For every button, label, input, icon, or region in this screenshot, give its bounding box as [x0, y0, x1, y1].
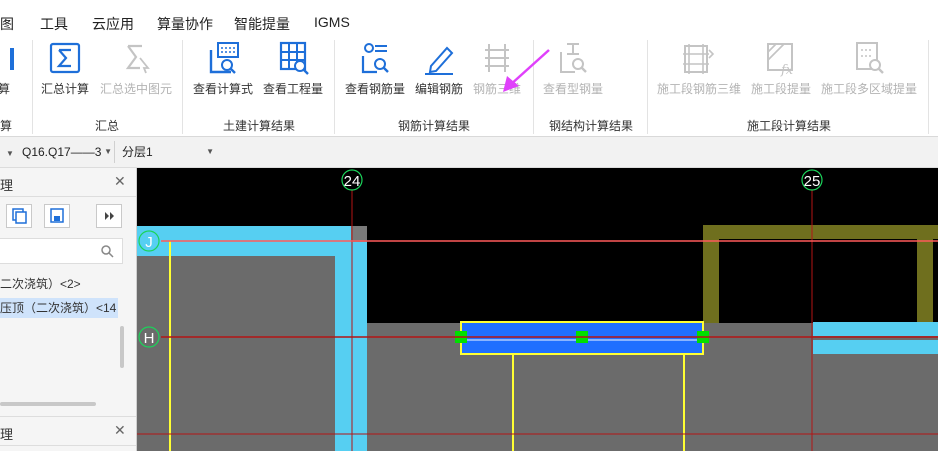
group-label-summary: 汇总 [95, 119, 120, 133]
group-label-calc: 计算 [0, 119, 13, 133]
view-formula-label: 查看计算式 [192, 82, 253, 96]
summary-selected-label: 汇总选中图元 [99, 82, 172, 96]
steel-view-icon [560, 43, 587, 73]
group-label-civil-result: 土建计算结果 [223, 119, 296, 133]
stage-rebar-3d-icon [683, 44, 715, 74]
menu-item-igms[interactable]: IGMS [314, 14, 350, 30]
column-stub [351, 226, 367, 242]
group-separator [334, 40, 335, 134]
menu-item-tools[interactable]: 工具 [40, 14, 68, 34]
panel-title: 理 [0, 178, 14, 193]
stage-rebar-3d-label: 施工段钢筋三维 [656, 82, 741, 96]
frame-right [917, 225, 933, 323]
close-icon[interactable]: ✕ [114, 422, 126, 439]
summary-calc-label: 汇总计算 [40, 82, 89, 96]
save-icon [50, 208, 64, 223]
view-quantity-label: 查看工程量 [262, 82, 323, 96]
search-icon [101, 245, 114, 258]
group-separator [32, 40, 33, 134]
menu-item-cloud[interactable]: 云应用 [92, 14, 134, 34]
list-item-label: 二次浇筑）<2> [0, 277, 81, 291]
panel-header-2: 理 ✕ [0, 416, 136, 446]
rebar-view-icon [361, 43, 389, 74]
ribbon-toolbar: 算 汇总计算 汇总选中图元 查看计算式 查看工程量 查看钢筋量 编辑钢筋 钢筋三… [0, 38, 938, 137]
ribbon-button-cut-label: 算 [0, 82, 11, 96]
vertical-scrollbar[interactable] [120, 326, 124, 368]
cut-icon [10, 48, 14, 70]
axis-label-24: 24 [344, 173, 361, 190]
list-item-selected[interactable]: 压顶（二次浇筑）<14 [0, 298, 118, 318]
view-quantity-button[interactable]: 查看工程量 [261, 38, 325, 100]
panel-title-2: 理 [0, 427, 14, 442]
stage-multi-icon [856, 42, 884, 74]
room-left [137, 256, 335, 451]
view-rebar-button[interactable]: 查看钢筋量 [342, 38, 408, 100]
group-label-stage-result: 施工段计算结果 [747, 119, 832, 133]
stage-multi-area-label: 施工段多区域提量 [820, 82, 917, 96]
axis-label-25: 25 [804, 173, 821, 190]
floor-dropdown-arrow[interactable]: ▼ [6, 141, 16, 163]
view-rebar-label: 查看钢筋量 [344, 82, 405, 96]
chevron-down-icon: ▼ [104, 147, 112, 156]
annotation-arrow-icon [503, 49, 550, 92]
save-button[interactable] [44, 204, 70, 228]
layer-dropdown-value: 分层1 [122, 145, 153, 159]
layer-dropdown[interactable]: 分层1 ▼ [122, 141, 216, 163]
more-button[interactable] [96, 204, 122, 228]
copy-icon [12, 208, 27, 224]
group-separator [182, 40, 183, 134]
menu-item-view[interactable]: 图 [0, 14, 14, 34]
drawing-canvas[interactable]: 24 25 J H [137, 168, 938, 451]
menu-bar: 图 工具 云应用 算量协作 智能提量 IGMS [0, 0, 938, 38]
summary-calc-button[interactable]: 汇总计算 [38, 38, 92, 100]
stage-fx-icon: fx [767, 43, 794, 78]
menu-item-smart[interactable]: 智能提量 [234, 14, 290, 34]
close-icon[interactable]: ✕ [114, 173, 126, 190]
grid-view-icon [279, 41, 309, 75]
stage-quantity-label: 施工段提量 [750, 82, 811, 96]
formula-view-icon [209, 42, 239, 74]
search-input[interactable] [0, 238, 123, 264]
sigma-select-icon [125, 44, 150, 74]
frame-left [703, 225, 719, 323]
stage-rebar-3d-button[interactable]: 施工段钢筋三维 [655, 38, 743, 100]
group-label-rebar-result: 钢筋计算结果 [398, 119, 471, 133]
axis-label-j: J [145, 234, 153, 251]
axis-label-h: H [144, 330, 155, 347]
summary-selected-button[interactable]: 汇总选中图元 [98, 38, 174, 100]
edit-rebar-button[interactable]: 编辑钢筋 [413, 38, 465, 100]
stage-multi-area-button[interactable]: 施工段多区域提量 [820, 38, 918, 100]
group-label-steel-result: 钢结构计算结果 [549, 119, 634, 133]
ribbon-button-cut[interactable]: 算 [0, 38, 18, 100]
double-chevron-right-icon [105, 212, 114, 220]
panel-header: 理 ✕ [0, 168, 136, 197]
cad-drawing[interactable]: 24 25 J H [137, 168, 938, 451]
selector-bar: ▼ Q16.Q17——3 ▼ 分层1 ▼ [0, 137, 938, 168]
stage-quantity-button[interactable]: fx 施工段提量 [749, 38, 813, 100]
copy-button[interactable] [6, 204, 32, 228]
list-item-label: 压顶（二次浇筑）<14 [0, 301, 117, 315]
svg-text:fx: fx [780, 63, 794, 78]
wall-col24 [335, 226, 367, 451]
edit-rebar-label: 编辑钢筋 [414, 82, 463, 96]
edit-rebar-icon [425, 46, 454, 75]
view-formula-button[interactable]: 查看计算式 [191, 38, 255, 100]
group-separator [928, 40, 929, 134]
group-separator [647, 40, 648, 134]
left-panel: 理 ✕ 二次浇筑）<2> 压顶（二次浇筑）<14 理 ✕ [0, 168, 137, 451]
component-dropdown[interactable]: Q16.Q17——3 ▼ [22, 141, 115, 163]
component-dropdown-value: Q16.Q17——3 [22, 145, 102, 159]
horizontal-scrollbar[interactable] [0, 402, 96, 406]
chevron-down-icon: ▼ [206, 147, 214, 156]
frame-top [703, 225, 938, 239]
menu-item-collab[interactable]: 算量协作 [157, 14, 213, 34]
sigma-icon [49, 42, 81, 74]
list-item[interactable]: 二次浇筑）<2> [0, 274, 122, 294]
wall-j-top [137, 226, 367, 238]
